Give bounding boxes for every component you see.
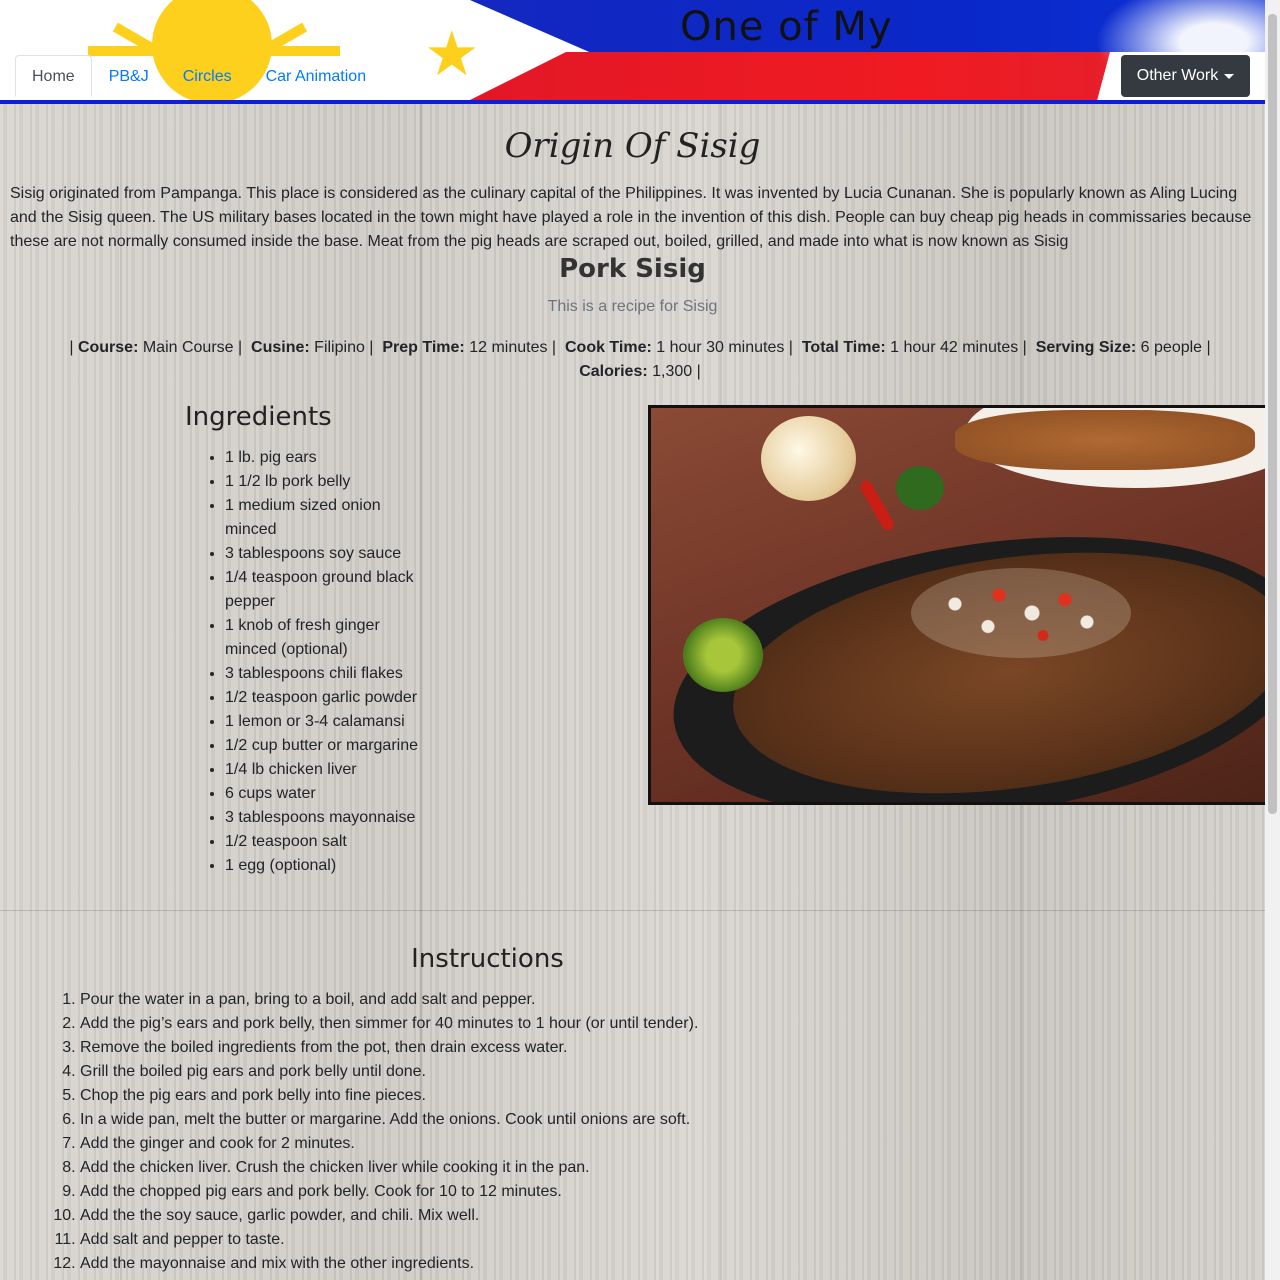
instruction-item: Chop the pig ears and pork belly into fi… [80,1084,940,1108]
meta-value: 1 hour 42 minutes [890,339,1019,356]
header-banner: ★ One of My F Home PB&J Circles Car Anim… [0,0,1265,104]
ingredient-item: 1/2 cup butter or margarine [225,734,435,758]
instructions-list: Pour the water in a pan, bring to a boil… [40,988,940,1276]
recipe-meta: | Course: Main Course | Cusine: Filipino… [69,339,1211,380]
meta-value: 1,300 [652,363,693,380]
caret-down-icon [1224,73,1235,79]
origin-paragraph: Sisig originated from Pampanga. This pla… [10,185,1252,250]
meta-label: Total Time: [801,339,886,356]
nav-tabs: Home PB&J Circles Car Animation [15,55,383,97]
instruction-item: Add the the soy sauce, garlic powder, an… [80,1204,940,1228]
recipe-subtitle: This is a recipe for Sisig [547,298,718,315]
tab-pbj[interactable]: PB&J [92,55,166,97]
instructions-title: Instructions [411,944,564,974]
ingredient-item: 1/4 lb chicken liver [225,758,435,782]
recipe-title: Pork Sisig [559,254,706,284]
ingredient-item: 1 1/2 lb pork belly [225,470,435,494]
ingredient-item: 1 medium sized onion minced [225,494,435,542]
site-title: One of My F [680,4,900,50]
instruction-item: Add the chicken liver. Crush the chicken… [80,1156,940,1180]
ingredient-item: 3 tablespoons chili flakes [225,662,435,686]
ingredient-item: 6 cups water [225,782,435,806]
chili-graphic [858,478,896,533]
instruction-item: Add the chopped pig ears and pork belly.… [80,1180,940,1204]
section-divider [0,910,1265,911]
tab-circles[interactable]: Circles [166,55,249,97]
ingredient-item: 3 tablespoons soy sauce [225,542,435,566]
instruction-item: Add salt and pepper to taste. [80,1228,940,1252]
meta-label: Calories: [579,363,648,380]
instruction-item: In a wide pan, melt the butter or margar… [80,1108,940,1132]
ingredient-item: 1 knob of fresh ginger minced (optional) [225,614,435,662]
sisig-toppings-graphic [911,568,1131,658]
ingredients-title: Ingredients [185,402,332,432]
sun-ray [172,42,252,52]
ingredient-item: 1/4 teaspoon ground black pepper [225,566,435,614]
ingredient-item: 3 tablespoons mayonnaise [225,806,435,830]
meta-label: Cook Time: [564,339,652,356]
meta-value: Filipino [314,339,365,356]
ingredient-item: 1 lb. pig ears [225,446,435,470]
ingredient-item: 1 lemon or 3-4 calamansi [225,710,435,734]
instruction-item: Add the ginger and cook for 2 minutes. [80,1132,940,1156]
onion-graphic [761,416,856,501]
tab-car-animation[interactable]: Car Animation [249,55,384,97]
meta-label: Cusine: [251,339,310,356]
ingredients-list: 1 lb. pig ears 1 1/2 lb pork belly 1 med… [185,446,435,878]
meta-value: 12 minutes [469,339,548,356]
meta-value: Main Course [142,339,234,356]
other-work-label: Other Work [1136,67,1219,84]
meta-label: Course: [77,339,139,356]
sisig-photo [648,405,1265,805]
scrollbar-thumb[interactable] [1268,14,1277,814]
lime-graphic [896,466,944,510]
meta-label: Serving Size: [1035,339,1137,356]
tab-home[interactable]: Home [15,55,92,97]
instruction-item: Add the pig’s ears and pork belly, then … [80,1012,940,1036]
meta-value: 6 people [1140,339,1203,356]
pork-graphic [955,410,1255,470]
origin-title: Origin Of Sisig [504,126,761,166]
ingredient-item: 1/2 teaspoon salt [225,830,435,854]
vertical-scrollbar[interactable] [1265,0,1280,1280]
instruction-item: Add the mayonnaise and mix with the othe… [80,1252,940,1276]
meta-value: 1 hour 30 minutes [656,339,785,356]
calamansi-graphic [683,618,763,692]
flag-star-icon: ★ [424,20,480,89]
ingredient-item: 1/2 teaspoon garlic powder [225,686,435,710]
ingredient-item: 1 egg (optional) [225,854,435,878]
instruction-item: Pour the water in a pan, bring to a boil… [80,988,940,1012]
instruction-item: Grill the boiled pig ears and pork belly… [80,1060,940,1084]
flag-red-stripe [470,52,1110,100]
other-work-dropdown-button[interactable]: Other Work [1121,55,1250,97]
instruction-item: Remove the boiled ingredients from the p… [80,1036,940,1060]
meta-label: Prep Time: [382,339,465,356]
